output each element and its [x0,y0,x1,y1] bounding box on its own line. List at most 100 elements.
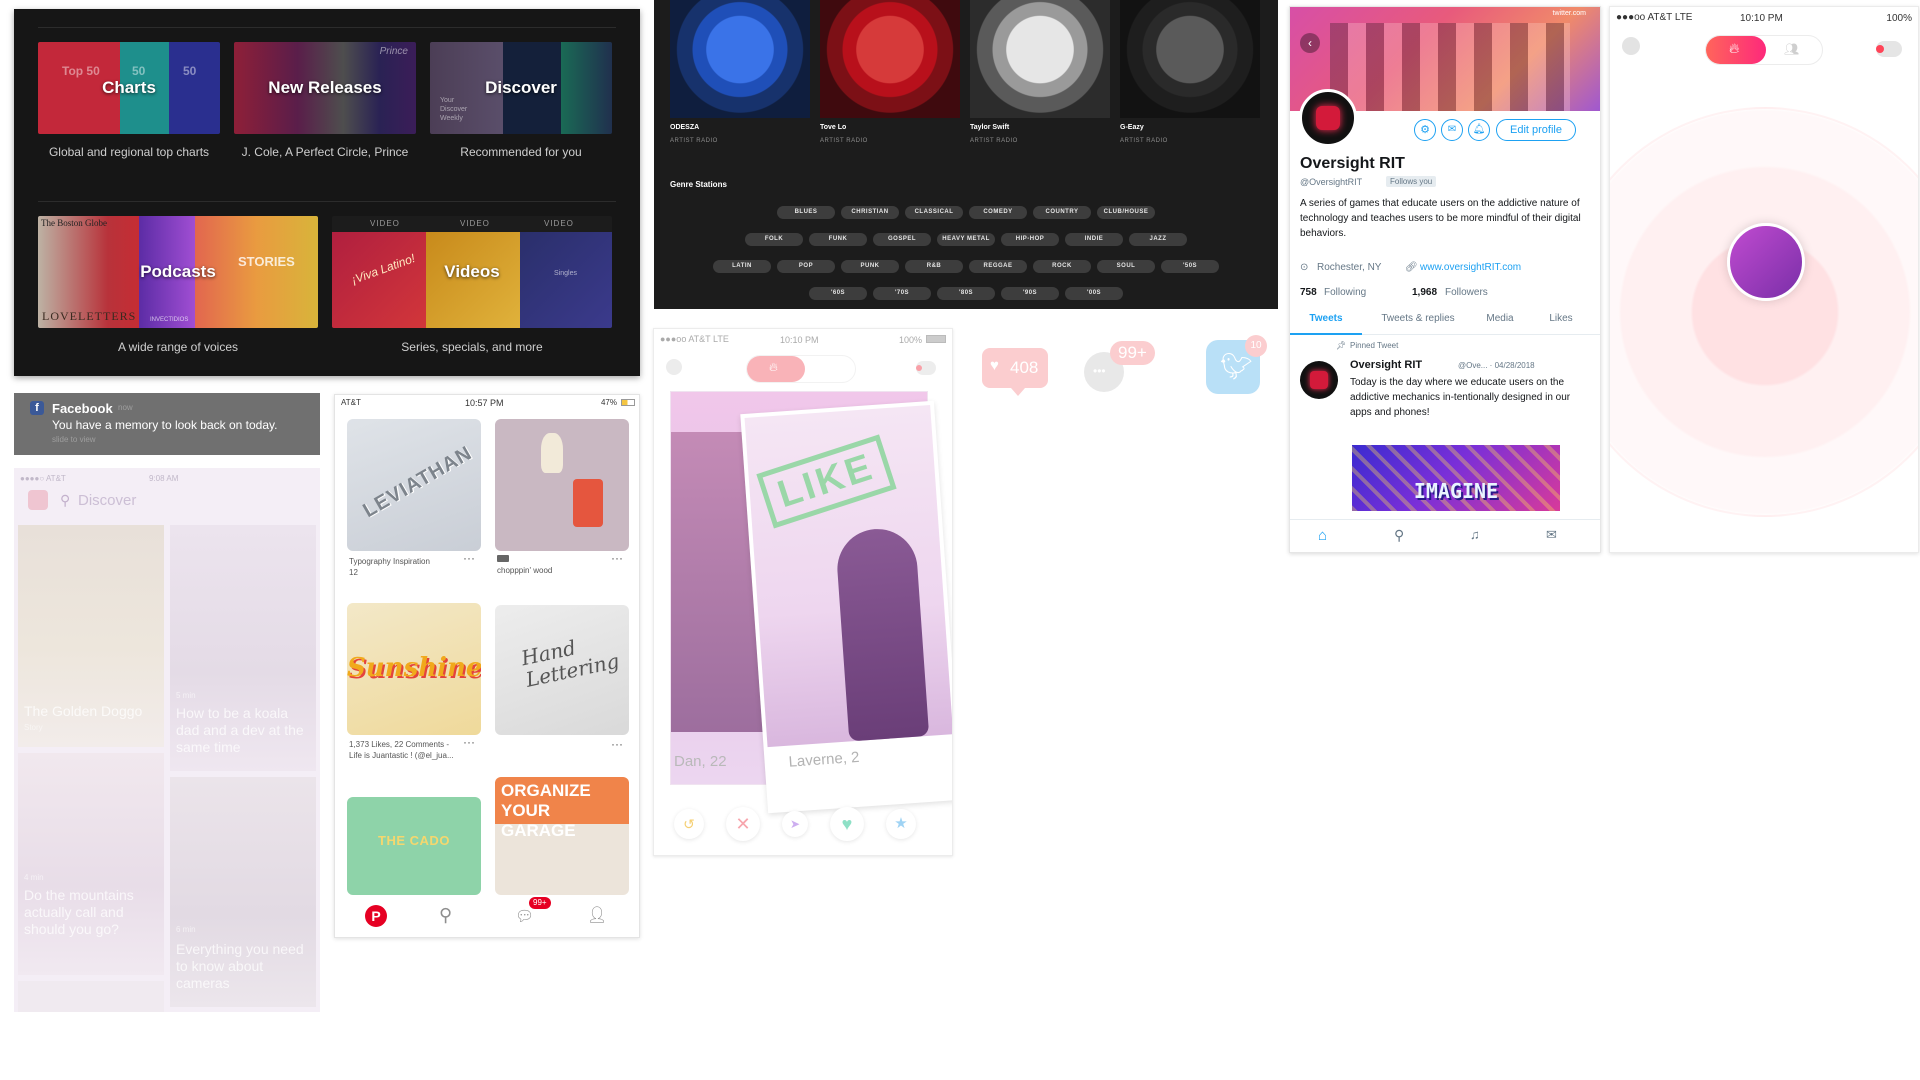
notify-bell-icon[interactable]: 🔔︎ [1468,119,1490,141]
profile-icon[interactable] [1622,37,1640,55]
genre-station-pill[interactable]: HIP-HOP [1001,233,1059,246]
nope-button[interactable]: ✕ [726,807,760,841]
feed-card[interactable]: 5 min How to be a koala dad and a dev at… [170,525,316,771]
messages-icon[interactable]: 💬︎ [515,907,534,925]
genre-station-pill[interactable]: JAZZ [1129,233,1187,246]
tweet-image[interactable]: IMAGINE [1352,445,1560,511]
new-releases-tile[interactable]: Prince New Releases [234,42,416,134]
home-icon[interactable]: ⌂ [1318,527,1327,544]
pinterest-panel: AT&T 10:57 PM 47% LEVIATHAN Typography I… [334,394,640,938]
artist-radio-odesza[interactable] [670,0,810,118]
super-like-button[interactable]: ★ [886,809,916,839]
more-icon[interactable]: ··· [463,736,475,748]
tab-tweets-replies[interactable]: Tweets & replies [1368,305,1468,335]
rewind-button[interactable]: ↺ [674,809,704,839]
genre-station-pill[interactable]: CLUB/HOUSE [1097,206,1155,219]
tab-tweets[interactable]: Tweets [1290,305,1362,335]
feed-card[interactable] [18,981,164,1012]
discover-tile[interactable]: Your Discover Weekly Discover [430,42,612,134]
profile-icon[interactable] [666,359,682,375]
pin-hand-lettering[interactable]: Hand Lettering [495,605,629,735]
pin-art-text: LEVIATHAN [359,442,477,523]
profile-icon[interactable]: 👤︎ [587,905,607,925]
more-icon[interactable]: ··· [611,552,623,564]
tweet-avatar[interactable] [1300,361,1338,399]
charts-tile[interactable]: Top 50 50 50 Charts [38,42,220,134]
genre-station-pill[interactable]: FUNK [809,233,867,246]
likes-bubble[interactable]: ♥ 408 [982,348,1048,388]
genre-station-pill[interactable]: '80S [937,287,995,300]
notifications-icon[interactable]: ♫ [1470,527,1480,542]
bottom-nav: P ⚲ 💬︎ 99+ 👤︎ [335,895,639,937]
genre-station-pill[interactable]: BLUES [777,206,835,219]
edit-profile-button[interactable]: Edit profile [1496,119,1576,141]
flame-icon: 🔥︎ [769,360,778,374]
avatar[interactable] [1299,89,1357,147]
genre-station-pill[interactable]: SOUL [1097,260,1155,273]
message-icon[interactable]: ✉ [1441,119,1463,141]
feed-card[interactable]: The Golden Doggo Story [18,525,164,747]
followers-count[interactable]: 1,968 [1412,287,1437,298]
artist-radio-taylor-swift[interactable] [970,0,1110,118]
flame-mode-active[interactable]: 🔥︎ [747,356,805,382]
artist-radio-tove-lo[interactable] [820,0,960,118]
genre-station-pill[interactable]: CHRISTIAN [841,206,899,219]
discover-search[interactable]: Discover [78,492,136,509]
flame-icon: 🔥︎ [1729,40,1740,56]
search-icon[interactable]: ⚲ [439,905,452,926]
boost-button[interactable]: ➤ [782,811,808,837]
app-icon[interactable] [28,490,48,510]
artist-sub: ARTIST RADIO [820,138,868,144]
genre-station-pill[interactable]: REGGAE [969,260,1027,273]
feed-card[interactable]: 6 min Everything you need to know about … [170,777,316,1007]
following-count[interactable]: 758 [1300,287,1317,298]
videos-tile[interactable]: VIDEO VIDEO VIDEO ¡Viva Latino! Singles … [332,216,612,328]
pin-typography[interactable]: LEVIATHAN [347,419,481,551]
pin-the-cado[interactable]: THE CADO [347,797,481,895]
genre-station-pill[interactable]: CLASSICAL [905,206,963,219]
artist-radio-g-eazy[interactable] [1120,0,1260,118]
profile-location: Rochester, NY [1317,262,1382,273]
card-meta: 4 min [24,873,44,882]
gif-badge-icon [497,555,509,562]
like-button[interactable]: ♥ [830,807,864,841]
pinterest-home-icon[interactable]: P [365,905,387,927]
profile-website-link[interactable]: www.oversightRIT.com [1420,262,1521,273]
social-icon[interactable]: 👥︎ [1784,42,1799,56]
pin-organize-garage[interactable]: ORGANIZE YOUR GARAGE [495,777,629,895]
pin-chopping-wood[interactable] [495,419,629,551]
pin-sunshine[interactable]: Sunshine [347,603,481,735]
feed-card[interactable]: 4 min Do the mountains actually call and… [18,753,164,975]
genre-station-pill[interactable]: COMEDY [969,206,1027,219]
search-icon[interactable]: ⚲ [1394,527,1404,544]
more-icon[interactable]: ··· [463,552,475,564]
genre-station-pill[interactable]: COUNTRY [1033,206,1091,219]
mode-toggle[interactable]: 🔥︎ 👥︎ [1705,35,1823,65]
mode-toggle[interactable]: 🔥︎ [746,355,856,383]
genre-station-pill[interactable]: PUNK [841,260,899,273]
more-icon[interactable]: ··· [611,738,623,750]
genre-station-pill[interactable]: FOLK [745,233,803,246]
search-icon[interactable]: ⚲ [60,492,70,509]
dog-silhouette [834,526,930,742]
genre-station-pill[interactable]: R&B [905,260,963,273]
facebook-notification[interactable]: f Facebook now You have a memory to look… [14,393,320,455]
settings-gear-icon[interactable]: ⚙ [1414,119,1436,141]
genre-station-pill[interactable]: LATIN [713,260,771,273]
genre-station-pill[interactable]: '90S [1001,287,1059,300]
back-arrow-icon[interactable]: ‹ [1300,33,1320,53]
genre-station-pill[interactable]: GOSPEL [873,233,931,246]
genre-station-pill[interactable]: '60S [809,287,867,300]
tab-likes[interactable]: Likes [1530,305,1592,335]
podcasts-tile[interactable]: The Boston Globe STORIES LOVELETTERS INV… [38,216,318,328]
messages-icon[interactable]: ✉ [1546,527,1557,543]
genre-station-pill[interactable]: HEAVY METAL [937,233,995,246]
genre-station-pill[interactable]: INDIE [1065,233,1123,246]
genre-station-pill[interactable]: ROCK [1033,260,1091,273]
tab-media[interactable]: Media [1470,305,1530,335]
genre-station-pill[interactable]: '00S [1065,287,1123,300]
genre-station-pill[interactable]: POP [777,260,835,273]
genre-station-pill[interactable]: '70S [873,287,931,300]
genre-station-pill[interactable]: '50S [1161,260,1219,273]
flame-mode-active[interactable]: 🔥︎ [1706,36,1766,64]
